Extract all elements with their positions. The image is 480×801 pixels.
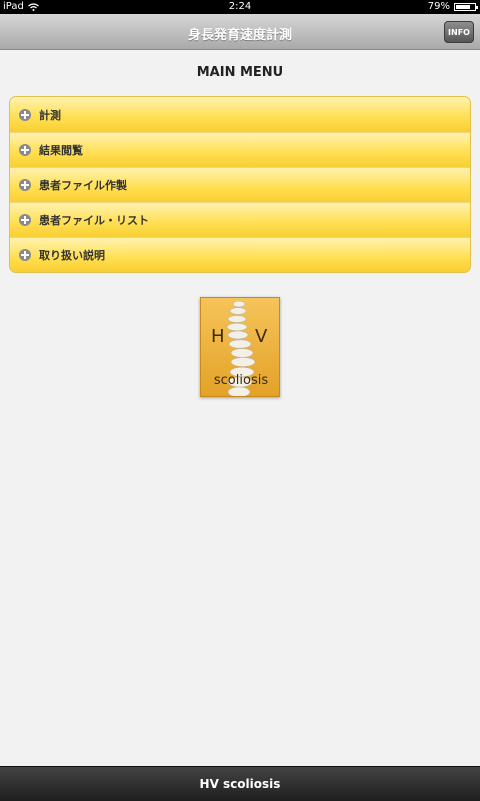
menu-item-label: 計測: [39, 108, 61, 122]
footer-bar: HV scoliosis: [0, 766, 480, 801]
menu-item-instructions[interactable]: 取り扱い説明: [10, 237, 470, 272]
menu-item-view-results[interactable]: 結果閲覧: [10, 132, 470, 167]
logo-letter-h: H: [211, 326, 225, 347]
menu-item-patient-file-list[interactable]: 患者ファイル・リスト: [10, 202, 470, 237]
status-right: 79%: [427, 1, 478, 12]
status-bar: iPad 2:24 79%: [0, 0, 480, 14]
plus-circle-icon: [19, 249, 31, 261]
info-button[interactable]: INFO: [444, 21, 474, 43]
page-title: 身長発育速度計測: [187, 28, 292, 43]
logo-letter-v: V: [255, 326, 268, 347]
menu-item-label: 患者ファイル作製: [39, 179, 127, 192]
menu-item-label: 取り扱い説明: [39, 249, 105, 262]
menu-item-label: 結果閲覧: [39, 144, 83, 157]
plus-circle-icon: [19, 108, 31, 121]
battery-icon: [454, 2, 478, 11]
app-logo: H V scoliosis: [200, 297, 280, 397]
menu-item-measure[interactable]: 計測: [10, 97, 470, 132]
status-time: 2:24: [228, 1, 252, 12]
menu-item-create-patient-file[interactable]: 患者ファイル作製: [10, 167, 470, 202]
plus-circle-icon: [19, 144, 31, 156]
logo-word: scoliosis: [213, 373, 269, 388]
battery-percent: 79%: [427, 1, 450, 12]
footer-title: HV scoliosis: [199, 777, 281, 791]
navigation-header: 身長発育速度計測 INFO: [0, 14, 480, 50]
battery-fill: [456, 4, 471, 9]
main-menu-list: 計測 結果閲覧 患者ファイル作製 患者ファイル・リスト 取り扱い説明: [9, 96, 471, 273]
main-menu-heading: MAIN MENU: [196, 65, 284, 80]
plus-circle-icon: [19, 214, 31, 226]
plus-circle-icon: [19, 179, 31, 191]
menu-item-label: 患者ファイル・リスト: [39, 214, 149, 227]
